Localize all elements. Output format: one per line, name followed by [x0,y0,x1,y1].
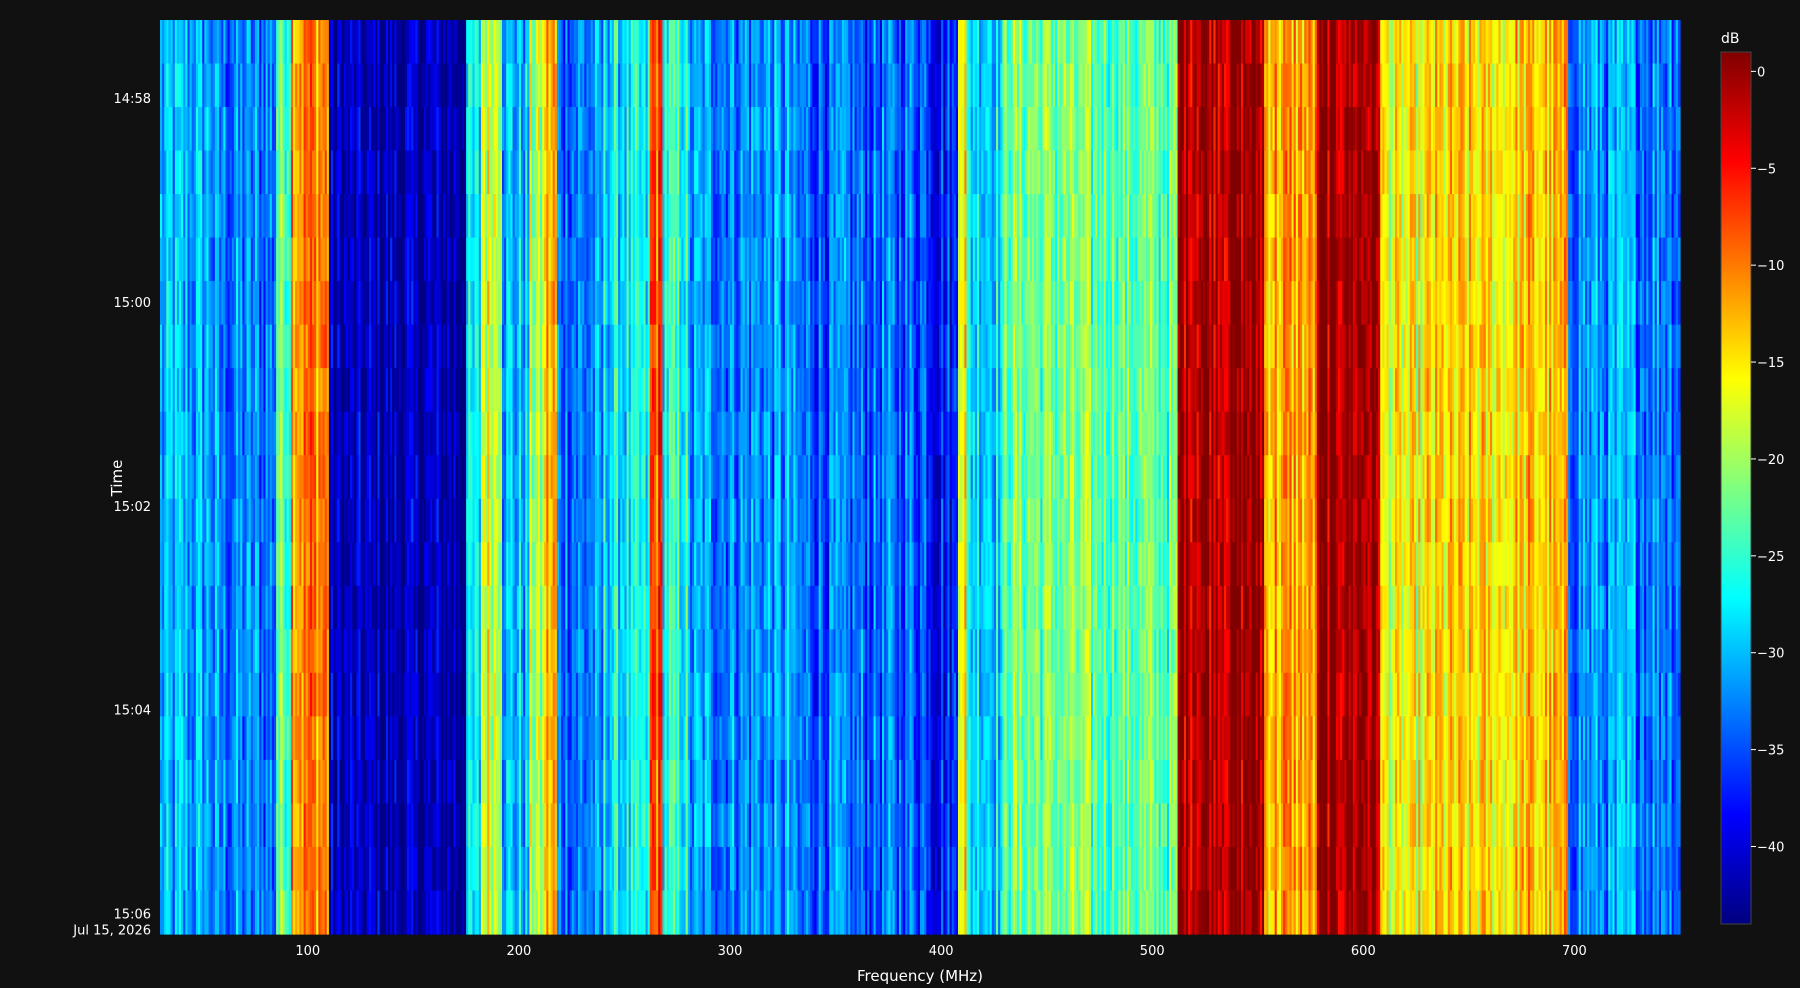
heatmap-cell[interactable] [1677,107,1681,152]
spectrogram-chart: 100 200 300 400 500 600 700 14:58 15:00 15:02 15:… [0,0,1800,985]
heatmap-cells[interactable] [160,20,1681,935]
heatmap-cell[interactable] [1677,20,1681,65]
heatmap-cell[interactable] [1677,194,1681,239]
heatmap-cell[interactable] [1677,150,1681,195]
spectrogram-svg: 100 200 300 400 500 600 700 14:5815:0015:0215:… [72,20,1784,985]
heatmap-cell[interactable] [1677,63,1681,108]
heatmap-cell[interactable] [1677,237,1681,282]
